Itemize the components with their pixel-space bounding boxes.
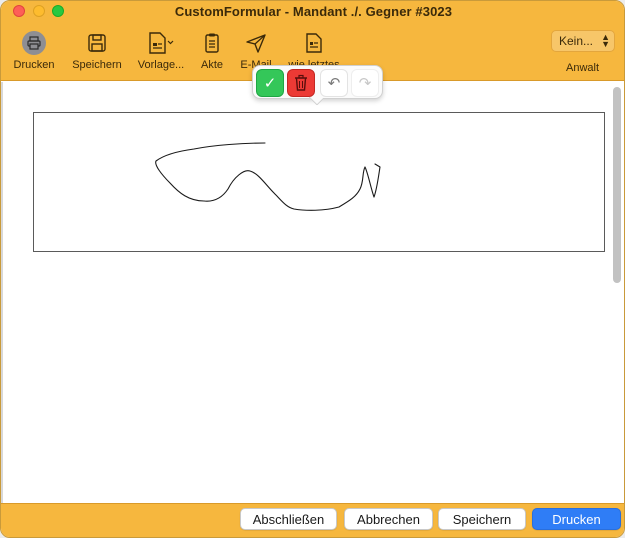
toolbar-file-label: Akte bbox=[200, 59, 223, 71]
toolbar-save-label: Speichern bbox=[72, 59, 122, 71]
template-icon bbox=[149, 32, 174, 54]
undo-button[interactable]: ↶ bbox=[320, 69, 348, 97]
window-title: CustomFormular - Mandant ./. Gegner #302… bbox=[174, 4, 453, 19]
app-window: CustomFormular - Mandant ./. Gegner #302… bbox=[0, 0, 625, 538]
toolbar-print-button[interactable]: Drucken bbox=[9, 31, 59, 71]
undo-icon: ↶ bbox=[327, 75, 341, 92]
popover-arrow bbox=[309, 97, 323, 105]
save-button[interactable]: Speichern bbox=[438, 508, 526, 530]
save-icon bbox=[88, 34, 106, 52]
delete-signature-button[interactable] bbox=[287, 69, 315, 97]
party-select-label: Anwalt bbox=[566, 62, 600, 74]
clipboard-icon bbox=[205, 33, 219, 53]
print-button[interactable]: Drucken bbox=[532, 508, 621, 530]
toolbar-template-button[interactable]: Vorlage... bbox=[136, 31, 186, 71]
trash-icon bbox=[295, 74, 307, 91]
accept-signature-button[interactable]: ✓ bbox=[256, 69, 284, 97]
toolbar-template-label: Vorlage... bbox=[137, 59, 185, 71]
content-left-edge bbox=[1, 82, 3, 503]
party-select-value: Kein... bbox=[559, 34, 594, 48]
finish-button[interactable]: Abschließen bbox=[240, 508, 337, 530]
toolbar-print-label: Drucken bbox=[13, 59, 55, 71]
checkmark-icon: ✓ bbox=[263, 75, 277, 92]
paper-plane-icon bbox=[246, 34, 266, 53]
redo-button[interactable]: ↷ bbox=[351, 69, 379, 97]
signature-field[interactable] bbox=[33, 112, 605, 252]
cancel-button[interactable]: Abbrechen bbox=[344, 508, 433, 530]
redo-icon: ↷ bbox=[358, 75, 372, 92]
chevron-updown-icon: ▲ ▼ bbox=[601, 32, 610, 49]
toolbar-save-button[interactable]: Speichern bbox=[67, 31, 127, 71]
signature-stroke bbox=[155, 142, 381, 211]
party-select[interactable]: Kein... ▲ ▼ bbox=[551, 30, 615, 52]
toolbar-file-button[interactable]: Akte bbox=[197, 31, 227, 71]
vertical-scrollbar[interactable] bbox=[613, 87, 621, 283]
signature-popover: ✓ ↶ ↷ bbox=[252, 65, 383, 99]
printer-icon bbox=[22, 31, 46, 55]
document-icon bbox=[306, 33, 322, 53]
